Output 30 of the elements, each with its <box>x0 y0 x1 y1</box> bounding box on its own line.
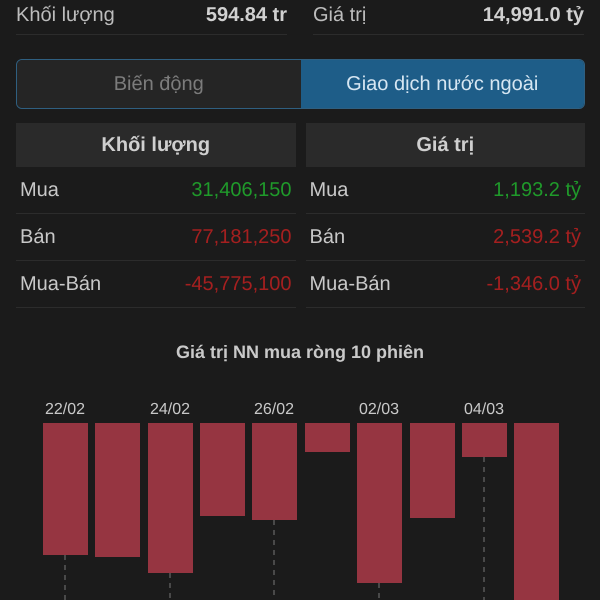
row-label: Bán <box>20 226 56 249</box>
row-value: 2,539.2 tỷ <box>493 226 581 249</box>
row-value: 77,181,250 <box>191 226 292 249</box>
row-value: 1,193.2 tỷ <box>493 179 581 202</box>
column-header: Giá trị <box>306 123 585 167</box>
summary-value: 594.84 tr <box>206 4 287 26</box>
row-label: Bán <box>310 226 346 249</box>
grid-line <box>64 554 66 600</box>
column-header: Khối lượng <box>16 123 296 167</box>
date-label: 22/02 <box>44 401 86 418</box>
row-label: Mua <box>20 179 59 202</box>
row-value: -1,346.0 tỷ <box>486 273 581 296</box>
date-label: 04/03 <box>464 401 504 418</box>
date-label: 02/03 <box>358 401 400 418</box>
grid-line <box>378 582 380 600</box>
chart-bar <box>305 423 350 452</box>
chart-bar <box>462 423 507 457</box>
row-label: Mua <box>310 179 348 202</box>
row-label: Mua-Bán <box>310 273 391 296</box>
chart-title: Giá trị NN mua ròng 10 phiên <box>174 342 426 363</box>
row-label: Mua-Bán <box>20 273 102 296</box>
row-value: -45,775,100 <box>184 273 292 296</box>
summary-value: 14,991.0 tỷ <box>482 4 584 26</box>
date-label: 26/02 <box>254 401 294 418</box>
row-value: 31,406,150 <box>191 179 292 202</box>
date-label: 24/02 <box>150 401 190 418</box>
tab[interactable]: Biến động <box>17 60 300 108</box>
summary-label: Khối lượng <box>16 4 115 26</box>
tab[interactable]: Giao dịch nước ngoài <box>300 60 584 108</box>
summary-label: Giá trị <box>313 4 366 26</box>
